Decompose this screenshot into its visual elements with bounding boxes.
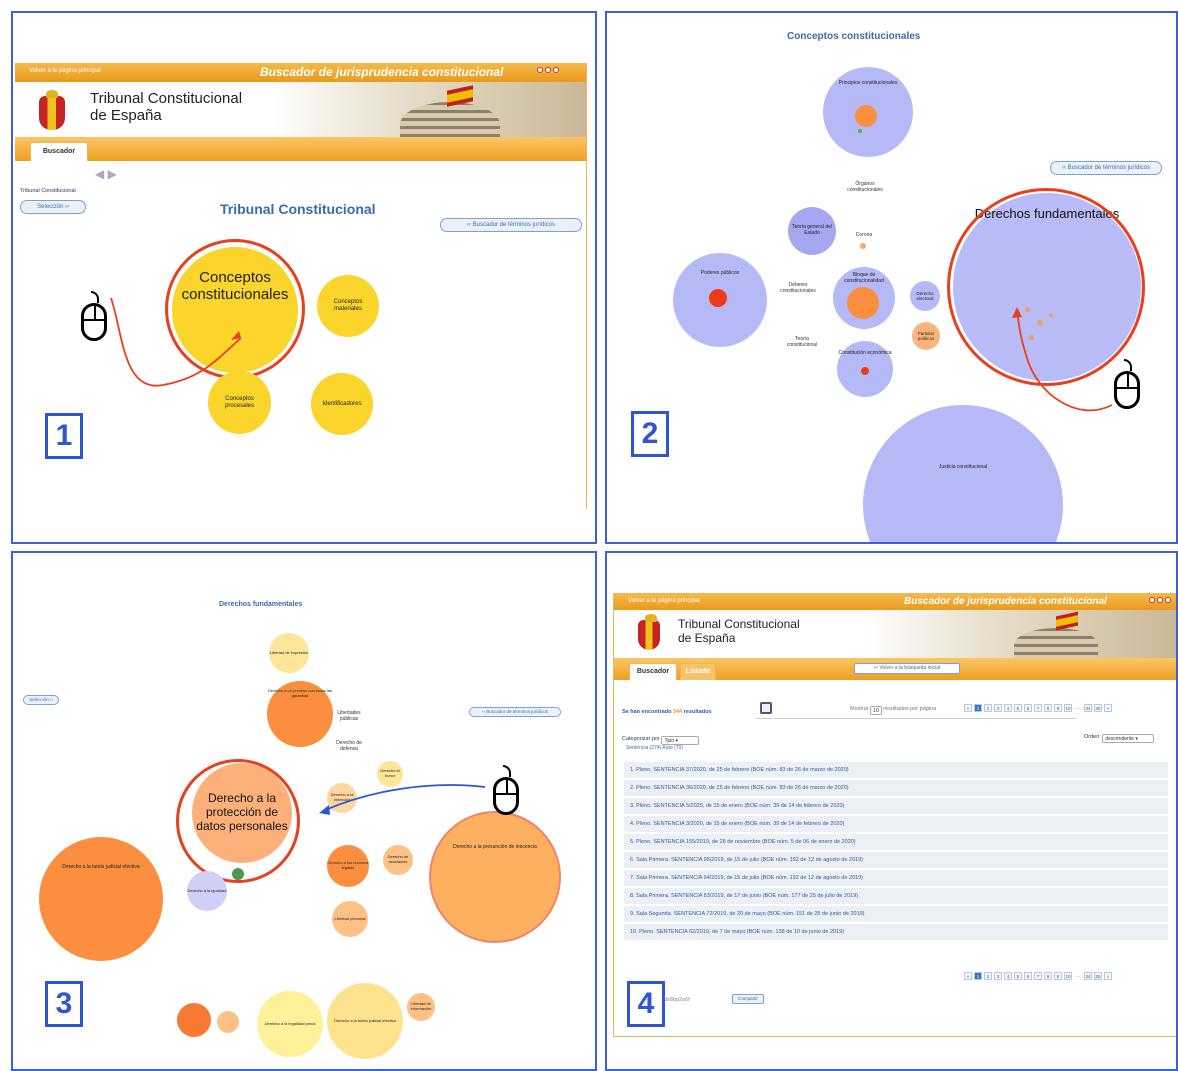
result-row[interactable]: 6. Sala Primera. SENTENCIA 95/2019, de 1… xyxy=(624,852,1168,868)
panel-step-1: Volver a la página principal Buscador de… xyxy=(11,11,597,544)
result-row[interactable]: 2. Pleno. SENTENCIA 36/2020, de 25 de fe… xyxy=(624,780,1168,796)
page-link[interactable]: 35 xyxy=(1094,972,1102,980)
page-link[interactable]: 5 xyxy=(1014,972,1022,980)
back-to-search-button[interactable]: ↩ Volver a la búsqueda inicial xyxy=(854,663,960,674)
page-link[interactable]: 34 xyxy=(1084,704,1092,712)
panel-step-4: Volver a la página principal Buscador de… xyxy=(605,551,1178,1071)
result-row[interactable]: 5. Pleno. SENTENCIA 155/2019, de 28 de n… xyxy=(624,834,1168,850)
step-number: 2 xyxy=(631,411,669,457)
tab-buscador[interactable]: Buscador xyxy=(629,663,677,680)
page-link[interactable]: 2 xyxy=(984,972,992,980)
language-flags[interactable] xyxy=(1149,597,1171,603)
page-link[interactable]: 4 xyxy=(1004,972,1012,980)
result-row[interactable]: 9. Sala Segunda. SENTENCIA 72/2019, de 2… xyxy=(624,906,1168,922)
result-row[interactable]: 7. Sala Primera. SENTENCIA 94/2019, de 1… xyxy=(624,870,1168,886)
top-bar: Volver a la página principal Buscador de… xyxy=(614,594,1176,610)
spain-flag-icon xyxy=(1056,611,1078,631)
order-select[interactable]: descendente ▾ xyxy=(1102,734,1155,743)
result-row[interactable]: 4. Pleno. SENTENCIA 3/2020, de 15 de ene… xyxy=(624,816,1168,832)
page-link[interactable]: 34 xyxy=(1084,972,1092,980)
pagination-top: «1 2 3 4 5 6 7 8 9 10... 34 35» xyxy=(964,704,1112,712)
page-link[interactable]: 10 xyxy=(1064,972,1072,980)
screenshot-frame: Volver a la página principal Buscador de… xyxy=(613,593,1176,1037)
page-link[interactable]: » xyxy=(1104,972,1112,980)
page-link[interactable]: 4 xyxy=(1004,704,1012,712)
print-icon[interactable] xyxy=(760,702,772,714)
page-link[interactable]: 10 xyxy=(1064,704,1072,712)
page-link[interactable]: 1 xyxy=(974,972,982,980)
click-path-arrow xyxy=(1012,307,1113,412)
results-list: 1. Pleno. SENTENCIA 37/2020, de 25 de fe… xyxy=(624,762,1168,942)
result-row[interactable]: 1. Pleno. SENTENCIA 37/2020, de 25 de fe… xyxy=(624,762,1168,778)
page-link[interactable]: 6 xyxy=(1024,704,1032,712)
panel-step-2: Conceptos constitucionales ‹‹ Buscador d… xyxy=(605,11,1178,544)
panel-step-3: Derechos fundamentales Selección ›› ‹‹ B… xyxy=(11,551,597,1071)
step-number: 4 xyxy=(627,981,665,1027)
page-link[interactable]: 7 xyxy=(1034,972,1042,980)
page-link[interactable]: 9 xyxy=(1054,972,1062,980)
step-number: 1 xyxy=(45,413,83,459)
pagination-bottom: «1 2 3 4 5 6 7 8 9 10... 34 35» xyxy=(964,972,1112,980)
building-photo xyxy=(1014,628,1098,658)
org-name: Tribunal Constitucional de España xyxy=(678,617,800,645)
page-link[interactable]: « xyxy=(964,704,972,712)
categorize-select[interactable]: Tipo ▾ xyxy=(661,736,700,745)
click-path-arrow xyxy=(110,297,242,387)
back-link[interactable]: Volver a la página principal xyxy=(628,598,700,604)
tab-bar: Buscador Listado ↩ Volver a la búsqueda … xyxy=(614,658,1176,680)
results-count: Se han encontrado 344 resultados xyxy=(622,709,712,715)
site-title: Buscador de jurisprudencia constituciona… xyxy=(904,596,1107,607)
page-link[interactable]: 2 xyxy=(984,704,992,712)
header-banner: Tribunal Constitucional de España xyxy=(614,610,1176,658)
page-link[interactable]: 7 xyxy=(1034,704,1042,712)
page-link[interactable]: 9 xyxy=(1054,704,1062,712)
coat-of-arms-icon xyxy=(638,614,660,650)
categorize-label: Categorizar por Tipo ▾ xyxy=(622,734,700,745)
tab-listado[interactable]: Listado xyxy=(680,663,716,680)
order-label: Orden: descendente ▾ xyxy=(1084,732,1155,743)
page-link: ... xyxy=(1076,973,1080,978)
page-link[interactable]: » xyxy=(1104,704,1112,712)
page-link[interactable]: 1 xyxy=(974,704,982,712)
page-link[interactable]: 35 xyxy=(1094,704,1102,712)
page-link: ... xyxy=(1076,705,1080,710)
per-page-label: Mostrar 10 resultados por página xyxy=(850,706,937,715)
category-counts[interactable]: Sentencia (274) Auto (70) xyxy=(626,745,683,751)
page-link[interactable]: 3 xyxy=(994,704,1002,712)
page-link[interactable]: 8 xyxy=(1044,972,1052,980)
per-page-select[interactable]: 10 xyxy=(870,706,882,715)
page-link[interactable]: 6 xyxy=(1024,972,1032,980)
page-link[interactable]: 5 xyxy=(1014,704,1022,712)
page-link[interactable]: 8 xyxy=(1044,704,1052,712)
step-number: 3 xyxy=(45,981,83,1027)
page-link[interactable]: 3 xyxy=(994,972,1002,980)
result-row[interactable]: 8. Sala Primera. SENTENCIA 83/2019, de 1… xyxy=(624,888,1168,904)
result-row[interactable]: 10. Pleno. SENTENCIA 62/2019, de 7 de ma… xyxy=(624,924,1168,940)
share-id: ds8bp2a6f xyxy=(664,997,690,1003)
share-button[interactable]: Compartir xyxy=(732,994,764,1004)
page-link[interactable]: « xyxy=(964,972,972,980)
result-row[interactable]: 3. Pleno. SENTENCIA 5/2020, de 15 de ene… xyxy=(624,798,1168,814)
